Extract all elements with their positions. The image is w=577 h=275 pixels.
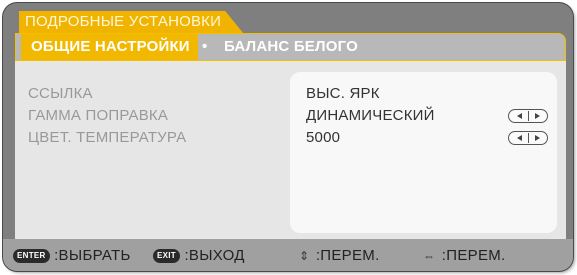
osd-menu-window: ПОДРОБНЫЕ УСТАНОВКИ ОБЩИЕ НАСТРОЙКИ • БА… [3,3,573,271]
tab-label: ОБЩИЕ НАСТРОЙКИ [31,38,190,55]
arrow-divider [528,111,529,121]
setting-label-color-temp[interactable]: ЦВЕТ. ТЕМПЕРАТУРА [28,127,186,149]
setting-label-gamma[interactable]: ГАММА ПОПРАВКА [28,105,186,127]
left-arrow-icon[interactable] [517,135,522,141]
left-arrow-icon[interactable] [517,113,522,119]
settings-labels: ССЫЛКА ГАММА ПОПРАВКА ЦВЕТ. ТЕМПЕРАТУРА [28,83,186,149]
subtab-bar: ОБЩИЕ НАСТРОЙКИ • БАЛАНС БЕЛОГО [15,33,566,61]
menu-title-tab: ПОДРОБНЫЕ УСТАНОВКИ [19,11,244,33]
settings-values-panel: ВЫС. ЯРК ДИНАМИЧЕСКИЙ 5000 [290,72,557,233]
tab-white-balance[interactable]: БАЛАНС БЕЛОГО [224,34,358,60]
setting-value-color-temp[interactable]: 5000 [306,127,556,149]
hint-enter: ENTER :ВЫБРАТЬ [13,247,131,265]
right-arrow-icon[interactable] [535,135,540,141]
hint-updown: ⇕ :ПЕРЕМ. [299,247,380,265]
exit-key-icon: EXIT [153,249,180,263]
enter-key-icon: ENTER [13,249,50,263]
hint-exit: EXIT :ВЫХОД [153,247,245,265]
leftright-arrows-icon: ⇔ [423,249,436,263]
settings-panel: ССЫЛКА ГАММА ПОПРАВКА ЦВЕТ. ТЕМПЕРАТУРА … [15,61,566,239]
menu-title: ПОДРОБНЫЕ УСТАНОВКИ [25,13,222,30]
setting-value-reference[interactable]: ВЫС. ЯРК [306,83,556,105]
hint-text: :ПЕРЕМ. [441,247,506,264]
arrow-divider [528,133,529,143]
tab-label: БАЛАНС БЕЛОГО [224,38,358,55]
setting-label-reference[interactable]: ССЫЛКА [28,83,186,105]
setting-value-text: ВЫС. ЯРК [306,85,380,102]
hint-text: :ВЫХОД [184,247,245,264]
key-hints-footer: ENTER :ВЫБРАТЬ EXIT :ВЫХОД ⇕ :ПЕРЕМ. ⇔ :… [3,239,573,271]
hint-leftright: ⇔ :ПЕРЕМ. [423,247,506,265]
hint-text: :ПЕРЕМ. [315,247,380,264]
hint-text: :ВЫБРАТЬ [54,247,131,264]
tab-separator: • [202,38,208,55]
setting-value-text: 5000 [306,129,341,146]
tab-general-settings[interactable]: ОБЩИЕ НАСТРОЙКИ [21,34,198,60]
setting-value-gamma[interactable]: ДИНАМИЧЕСКИЙ [306,105,556,127]
updown-arrows-icon: ⇕ [299,249,310,263]
right-arrow-icon[interactable] [535,113,540,119]
setting-value-text: ДИНАМИЧЕСКИЙ [306,107,435,124]
left-right-adjust-icon[interactable] [508,131,548,145]
left-right-adjust-icon[interactable] [508,109,548,123]
